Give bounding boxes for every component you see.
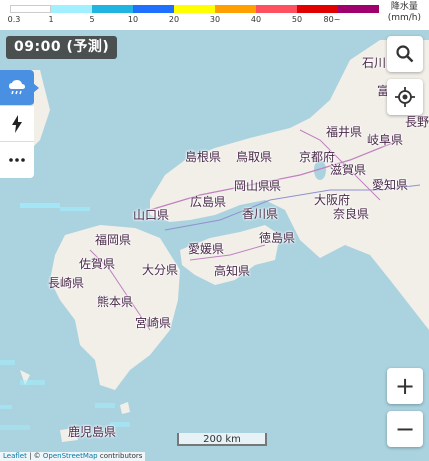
- zoom-in-button[interactable]: +: [387, 368, 423, 404]
- legend-tick-label: 10: [127, 15, 139, 24]
- legend-swatch: [51, 5, 92, 13]
- legend-swatch: [92, 5, 133, 13]
- time-badge: 09:00 (予測): [6, 36, 118, 59]
- label-saga: 佐賀県: [79, 257, 116, 271]
- legend-swatch: [338, 5, 379, 13]
- label-fukuoka: 福岡県: [95, 233, 132, 247]
- label-kagoshima: 鹿児島県: [68, 425, 117, 439]
- label-fukui: 福井県: [326, 125, 363, 139]
- legend-swatch: [256, 5, 297, 13]
- lightning-icon: [12, 114, 22, 133]
- legend-swatch: [133, 5, 174, 13]
- legend-swatch: [215, 5, 256, 13]
- label-kyoto: 京都府: [299, 150, 336, 164]
- label-kochi: 高知県: [214, 264, 251, 278]
- legend-color-bar: [10, 5, 379, 13]
- legend-unit: 降水量 (mm/h): [388, 2, 421, 24]
- label-shimane: 島根県: [185, 150, 222, 164]
- legend-unit-title: 降水量: [390, 2, 418, 12]
- legend-tick-label: 30: [209, 15, 221, 24]
- attribution-sep: | ©: [26, 452, 43, 460]
- legend-tick-label: 5: [89, 15, 95, 24]
- legend-unit-mm: (mm/h): [387, 13, 421, 23]
- legend-tick-label: 50: [291, 15, 303, 24]
- label-nagasaki: 長崎県: [48, 276, 85, 290]
- label-ishikawa: 石川: [362, 56, 387, 70]
- label-osaka: 大阪府: [314, 193, 351, 207]
- zoom-out-button[interactable]: −: [387, 411, 423, 447]
- legend-tick-label: 0.3: [7, 15, 21, 24]
- legend-swatch: [10, 5, 51, 13]
- attribution: Leaflet | © OpenStreetMap contributors: [0, 452, 146, 461]
- label-nagano: 長野: [405, 115, 429, 129]
- label-ehime: 愛媛県: [188, 242, 225, 256]
- legend-tick-label: 40: [250, 15, 262, 24]
- leaflet-link[interactable]: Leaflet: [3, 452, 27, 460]
- more-icon: [9, 158, 25, 162]
- label-oita: 大分県: [142, 263, 179, 277]
- label-hiroshima: 広島県: [190, 195, 227, 209]
- scale-bar: 200 km: [177, 433, 267, 446]
- osm-link[interactable]: OpenStreetMap: [43, 452, 98, 460]
- label-aichi: 愛知県: [372, 178, 409, 192]
- label-nara: 奈良県: [333, 207, 370, 221]
- locate-icon: [395, 87, 415, 107]
- legend-tick-label: 20: [168, 15, 180, 24]
- rain-cloud-icon: [9, 79, 25, 94]
- label-miyazaki: 宮崎県: [135, 316, 172, 330]
- legend-tick-label: 1: [48, 15, 54, 24]
- legend-swatch: [174, 5, 215, 13]
- rain-layer-button[interactable]: [0, 70, 39, 106]
- label-hyogo: 県: [269, 179, 282, 193]
- label-okayama: 岡山県: [234, 179, 271, 193]
- layer-switcher: [0, 70, 39, 178]
- label-tottori: 鳥取県: [236, 150, 273, 164]
- precipitation-legend: 0.3 1 5 10 20 30 40 50 80~ 降水量 (mm/h): [0, 0, 429, 30]
- locate-button[interactable]: [387, 79, 423, 115]
- search-button[interactable]: [387, 36, 423, 72]
- label-yamaguchi: 山口県: [133, 208, 170, 222]
- label-shiga: 滋賀県: [330, 163, 367, 177]
- label-gifu: 岐阜県: [367, 133, 404, 147]
- label-tokushima: 徳島県: [259, 231, 296, 245]
- lightning-layer-button[interactable]: [0, 106, 34, 142]
- search-icon: [396, 45, 414, 63]
- label-kumamoto: 熊本県: [97, 295, 134, 309]
- more-button[interactable]: [0, 142, 34, 178]
- label-kagawa: 香川県: [242, 207, 279, 221]
- legend-swatch: [297, 5, 338, 13]
- attribution-suffix: contributors: [97, 452, 143, 460]
- legend-tick-label: 80~: [323, 15, 341, 24]
